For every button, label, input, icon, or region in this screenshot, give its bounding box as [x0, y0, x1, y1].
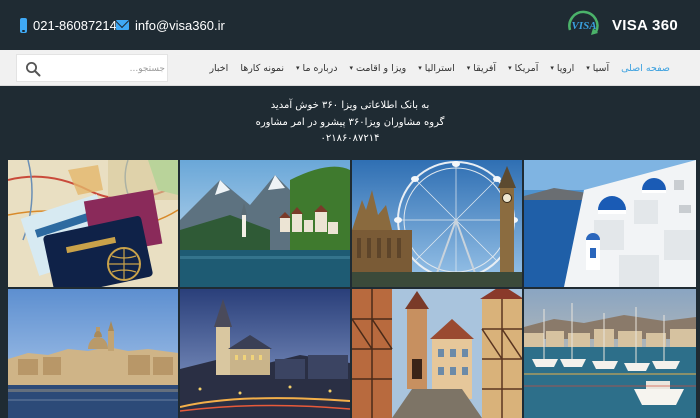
chevron-down-icon: ▾ [508, 64, 512, 72]
nav-item-label: آسیا [592, 62, 610, 74]
timbered-street-image [352, 289, 522, 418]
old-town-image [180, 289, 350, 418]
nav-item-5[interactable]: استرالیا ▾ [412, 50, 461, 86]
phone-contact[interactable]: 021-86087214 [20, 17, 117, 33]
nav-item-label: آفریقا [473, 62, 497, 74]
email-address: info@visa360.ir [135, 17, 225, 33]
logo-mark-text: VISA [571, 20, 596, 32]
alpine-lake-image [180, 160, 350, 287]
email-contact[interactable]: info@visa360.ir [116, 17, 225, 33]
tile-passport[interactable] [8, 160, 178, 287]
nav-item-0[interactable]: صفحه اصلی [615, 50, 676, 86]
search-input[interactable] [47, 59, 165, 79]
welcome-phone: ۰۲۱۸۶۰۸۷۲۱۴ [320, 133, 380, 144]
tile-santorini[interactable] [524, 160, 696, 287]
nav-item-label: نمونه کارها [240, 62, 285, 74]
nav-item-label: آمریکا [514, 62, 539, 74]
site-logo[interactable]: VISA VISA 360 [564, 8, 678, 42]
london-image [352, 160, 522, 287]
nav-item-label: اروپا [556, 62, 575, 74]
nav-item-9[interactable]: اخبار [203, 50, 234, 86]
nav-menu: صفحه اصلی آسیا ▾ اروپا ▾ آمریکا ▾ آفریقا ▾ استرال… [203, 50, 676, 86]
nav-item-label: استرالیا [424, 62, 455, 74]
welcome-subtitle: گروه مشاوران ویزا۳۶۰ پیشرو در امر مشاوره [255, 117, 445, 128]
malta-harbor-image [8, 289, 178, 418]
tile-harbor[interactable] [524, 289, 696, 418]
chevron-down-icon: ▾ [466, 64, 471, 72]
chevron-down-icon: ▾ [550, 64, 554, 72]
search-icon[interactable] [25, 61, 41, 77]
harbor-image [524, 289, 696, 418]
nav-item-label: اخبار [209, 62, 229, 74]
chevron-down-icon: ▾ [349, 64, 353, 72]
nav-item-3[interactable]: آمریکا ▾ [502, 50, 544, 86]
nav-item-label: صفحه اصلی [621, 62, 670, 74]
chevron-down-icon: ▾ [418, 64, 422, 72]
nav-item-4[interactable]: آفریقا ▾ [461, 50, 502, 86]
nav-item-7[interactable]: درباره ما ▾ [290, 50, 343, 86]
mail-icon [116, 20, 129, 30]
passport-map-image [8, 160, 178, 287]
nav-item-1[interactable]: آسیا ▾ [580, 50, 615, 86]
nav-item-6[interactable]: ویزا و اقامت ▾ [343, 50, 412, 86]
tile-malta[interactable] [8, 289, 178, 418]
top-bar: 021-86087214 info@visa360.ir VISA VISA 3… [0, 0, 700, 50]
main-navigation: صفحه اصلیآسیا▾اروپا▾آمریکا▾آفریقا▾استرال… [0, 50, 700, 86]
nav-item-label: درباره ما [302, 62, 338, 74]
chevron-down-icon: ▾ [296, 64, 300, 72]
tile-london[interactable] [352, 160, 522, 287]
brand-name: VISA 360 [611, 16, 678, 34]
tile-old-town[interactable] [180, 289, 350, 418]
welcome-title: به بانک اطلاعاتی ویزا ۳۶۰ خوش آمدید [270, 100, 430, 111]
search-box [16, 54, 168, 82]
visa-logo-icon: VISA [568, 10, 599, 35]
santorini-image [524, 160, 696, 287]
chevron-down-icon: ▾ [586, 64, 590, 72]
phone-number: 021-86087214 [33, 17, 117, 33]
nav-item-label: ویزا و اقامت [356, 62, 407, 74]
tile-alpine-lake[interactable] [180, 160, 350, 287]
nav-item-8[interactable]: نمونه کارها [234, 50, 290, 86]
tile-timbered-street[interactable] [352, 289, 522, 418]
nav-item-2[interactable]: اروپا ▾ [544, 50, 580, 86]
welcome-banner: به بانک اطلاعاتی ویزا ۳۶۰ خوش آمدید گروه… [0, 87, 700, 159]
phone-icon [20, 17, 27, 33]
